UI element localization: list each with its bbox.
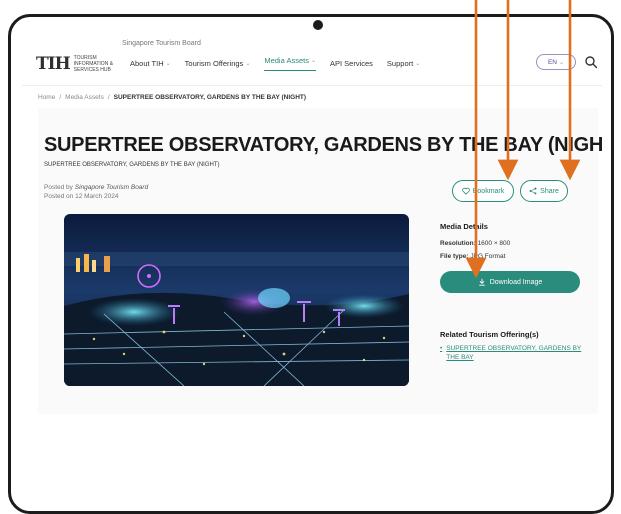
posted-by-label: Posted by (44, 184, 73, 191)
download-image-button[interactable]: Download Image (440, 271, 580, 293)
posted-on: Posted on 12 March 2024 (44, 193, 119, 200)
main-nav: About TIH ⌄ Tourism Offerings ⌄ Media As… (130, 56, 420, 71)
file-type-value: JPG Format (470, 253, 506, 260)
language-label: EN (547, 58, 557, 66)
camera-dot (313, 20, 323, 30)
nav-item-tourism-offerings[interactable]: Tourism Offerings ⌄ (185, 56, 251, 71)
language-selector[interactable]: EN ⌄ (536, 54, 576, 70)
share-icon (529, 187, 537, 195)
bookmark-label: Bookmark (472, 187, 505, 195)
file-type-label: File type: (440, 253, 469, 260)
logo[interactable]: TIH TOURISM INFORMATION & SERVICES HUB (36, 54, 114, 74)
download-label: Download Image (489, 278, 543, 286)
nav-item-label: Tourism Offerings (184, 59, 244, 68)
breadcrumb-media-assets[interactable]: Media Assets (65, 94, 104, 101)
file-type-row: File type: JPG Format (440, 253, 505, 260)
resolution-label: Resolution: (440, 240, 476, 247)
nav-item-api-services[interactable]: API Services (330, 56, 373, 71)
stb-label: Singapore Tourism Board (122, 40, 201, 47)
related-offering-label: SUPERTREE OBSERVATORY, GARDENS BY THE BA… (446, 345, 582, 361)
related-offering-link[interactable]: • SUPERTREE OBSERVATORY, GARDENS BY THE … (440, 344, 590, 362)
nav-item-about[interactable]: About TIH ⌄ (130, 56, 171, 71)
breadcrumb-home[interactable]: Home (38, 94, 55, 101)
breadcrumb-separator: / (107, 94, 110, 101)
breadcrumb-current: SUPERTREE OBSERVATORY, GARDENS BY THE BA… (113, 94, 307, 101)
bullet: • (440, 345, 443, 352)
resolution-row: Resolution: 1600 × 800 (440, 240, 510, 247)
share-button[interactable]: Share (520, 180, 568, 202)
share-label: Share (540, 187, 559, 195)
page-title: SUPERTREE OBSERVATORY, GARDENS BY THE BA… (44, 134, 602, 156)
posted-by: Posted by Singapore Tourism Board (44, 184, 148, 191)
heart-icon (461, 187, 470, 195)
nav-item-support[interactable]: Support ⌄ (387, 56, 420, 71)
download-icon (478, 278, 485, 286)
asset-photo (64, 214, 409, 386)
chevron-down-icon: ⌄ (310, 58, 316, 64)
nav-item-label: Media Assets (264, 56, 309, 65)
chevron-down-icon: ⌄ (559, 59, 565, 66)
related-offerings-heading: Related Tourism Offering(s) (440, 330, 539, 339)
site-header: TIH TOURISM INFORMATION & SERVICES HUB S… (22, 34, 602, 86)
nav-item-label: Support (386, 59, 414, 68)
chevron-down-icon: ⌄ (245, 61, 251, 67)
nav-item-label: API Services (329, 59, 373, 68)
nav-item-media-assets[interactable]: Media Assets ⌄ (264, 56, 316, 71)
screen: TIH TOURISM INFORMATION & SERVICES HUB S… (22, 34, 602, 486)
posted-by-author: Singapore Tourism Board (74, 184, 149, 191)
chevron-down-icon: ⌄ (165, 61, 171, 67)
media-details-heading: Media Details (440, 222, 488, 231)
logo-mark: TIH (36, 54, 71, 74)
page-subtitle: SUPERTREE OBSERVATORY, GARDENS BY THE BA… (44, 162, 220, 168)
resolution-value: 1600 × 800 (477, 240, 511, 247)
nav-item-label: About TIH (130, 59, 164, 68)
chevron-down-icon: ⌄ (415, 61, 421, 67)
logo-text: TOURISM INFORMATION & SERVICES HUB (73, 55, 114, 73)
bookmark-button[interactable]: Bookmark (452, 180, 514, 202)
search-icon[interactable] (584, 55, 598, 69)
breadcrumb-separator: / (59, 94, 62, 101)
breadcrumb: Home / Media Assets / SUPERTREE OBSERVAT… (38, 94, 306, 101)
